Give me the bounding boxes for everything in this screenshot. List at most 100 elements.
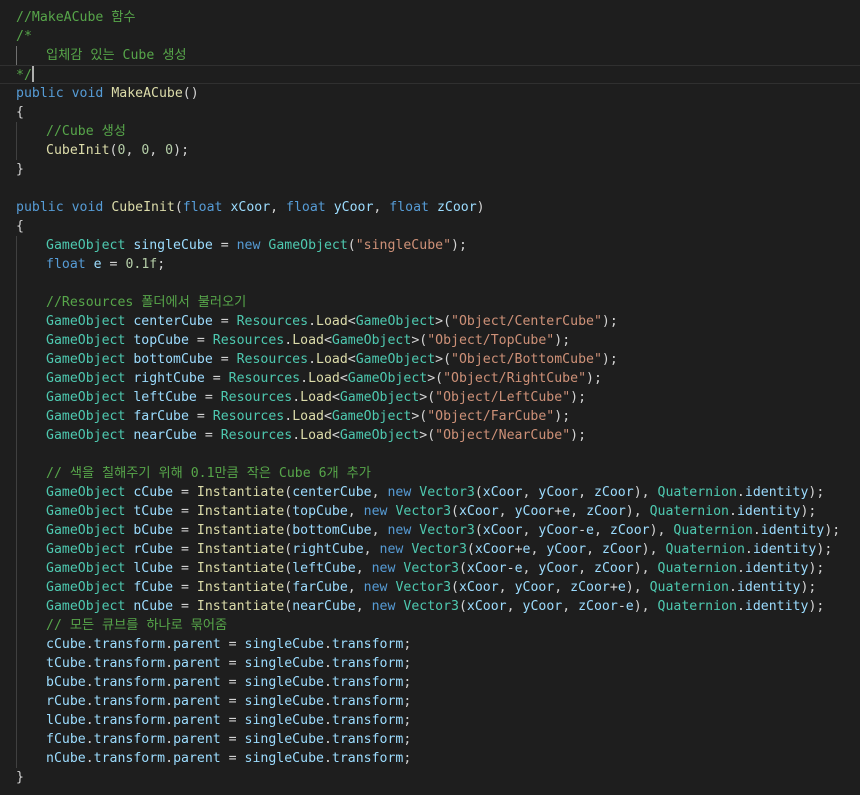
token-comment: 입체감 있는 Cube 생성 [46,48,187,63]
token-type: GameObject [355,352,436,367]
code-text: GameObject rCube = Instantiate(rightCube… [46,540,832,559]
token-plain: ( [284,485,293,500]
code-line[interactable]: GameObject rightCube = Resources.Load<Ga… [0,369,860,388]
token-string: "singleCube" [355,238,452,253]
code-line[interactable]: // 모든 큐브를 하나로 묶어줌 [0,616,860,635]
token-plain: . [300,371,309,386]
token-plain: ); [173,143,190,158]
token-comment: */ [16,68,32,83]
indent-guide [16,369,17,388]
code-text: GameObject farCube = Resources.Load<Game… [46,407,570,426]
token-method: Instantiate [196,523,285,538]
code-line[interactable]: { [0,103,860,122]
token-string: "Object/TopCube" [427,333,555,348]
code-line[interactable]: } [0,160,860,179]
token-method: Instantiate [196,504,285,519]
token-var: singleCube [244,656,324,671]
token-plain: = [204,371,229,386]
token-plain: , [270,200,287,215]
token-plain: { [16,219,24,234]
token-var: identity [744,485,809,500]
token-type: GameObject [331,409,412,424]
token-string: "Object/CenterCube" [451,314,602,329]
token-plain: ); [808,485,825,500]
code-line[interactable]: GameObject singleCube = new GameObject("… [0,236,860,255]
indent-guide [16,445,17,464]
code-line[interactable]: public void MakeACube() [0,84,860,103]
code-line[interactable]: GameObject cCube = Instantiate(centerCub… [0,483,860,502]
token-var: zCoor [570,580,610,595]
token-var: rightCube [133,371,205,386]
code-line[interactable]: nCube.transform.parent = singleCube.tran… [0,749,860,768]
code-text: GameObject lCube = Instantiate(leftCube,… [46,559,824,578]
token-plain: ); [570,428,587,443]
code-line[interactable] [0,274,860,293]
token-plain: , [355,561,372,576]
code-line[interactable]: /* [0,27,860,46]
token-plain: . [284,333,293,348]
code-line[interactable]: bCube.transform.parent = singleCube.tran… [0,673,860,692]
code-line[interactable]: //Cube 생성 [0,122,860,141]
token-plain: . [85,637,94,652]
token-var: transform [331,637,404,652]
token-var: nearCube [133,428,197,443]
code-line[interactable]: cCube.transform.parent = singleCube.tran… [0,635,860,654]
code-line[interactable]: // 색을 칠해주기 위해 0.1만큼 작은 Cube 6개 추가 [0,464,860,483]
code-line[interactable]: GameObject nCube = Instantiate(nearCube,… [0,597,860,616]
token-plain: , [498,504,515,519]
code-line[interactable]: GameObject centerCube = Resources.Load<G… [0,312,860,331]
token-plain: , [347,504,364,519]
code-line[interactable]: } [0,768,860,787]
code-text: 입체감 있는 Cube 생성 [46,46,187,65]
code-line[interactable]: rCube.transform.parent = singleCube.tran… [0,692,860,711]
code-line[interactable]: lCube.transform.parent = singleCube.tran… [0,711,860,730]
code-line[interactable]: GameObject tCube = Instantiate(topCube, … [0,502,860,521]
token-plain: . [165,637,174,652]
token-plain: , [522,523,539,538]
token-plain: . [323,713,332,728]
code-text: } [16,768,24,787]
code-line[interactable]: GameObject topCube = Resources.Load<Game… [0,331,860,350]
code-line[interactable]: //MakeACube 함수 [0,8,860,27]
code-line[interactable]: GameObject farCube = Resources.Load<Game… [0,407,860,426]
code-line[interactable]: tCube.transform.parent = singleCube.tran… [0,654,860,673]
token-plain: , [498,580,515,595]
code-line[interactable] [0,179,860,198]
token-type: Vector3 [403,599,459,614]
token-plain: < [339,371,348,386]
token-method: Load [292,409,324,424]
token-var: parent [173,713,221,728]
code-line[interactable]: fCube.transform.parent = singleCube.tran… [0,730,860,749]
token-type: Quaternion [649,580,729,595]
token-var: identity [744,599,809,614]
code-line[interactable]: 입체감 있는 Cube 생성 [0,46,860,65]
indent-guide [16,597,17,616]
code-line[interactable] [0,445,860,464]
code-line[interactable]: //Resources 폴더에서 불러오기 [0,293,860,312]
code-text: GameObject bottomCube = Resources.Load<G… [46,350,618,369]
code-line[interactable]: GameObject bCube = Instantiate(bottomCub… [0,521,860,540]
token-plain: . [284,409,293,424]
code-line[interactable]: GameObject leftCube = Resources.Load<Gam… [0,388,860,407]
code-line[interactable]: float e = 0.1f; [0,255,860,274]
token-plain: >( [435,314,452,329]
code-line[interactable]: GameObject fCube = Instantiate(farCube, … [0,578,860,597]
code-line[interactable]: CubeInit(0, 0, 0); [0,141,860,160]
token-plain: , [522,561,539,576]
token-var: transform [331,751,404,766]
token-string: "Object/RightCube" [443,371,587,386]
code-line[interactable]: GameObject bottomCube = Resources.Load<G… [0,350,860,369]
token-plain: . [323,751,332,766]
code-line[interactable]: GameObject rCube = Instantiate(rightCube… [0,540,860,559]
code-line[interactable]: GameObject lCube = Instantiate(leftCube,… [0,559,860,578]
code-text: //MakeACube 함수 [16,8,136,27]
code-line[interactable]: { [0,217,860,236]
token-var: e [514,561,523,576]
code-editor[interactable]: //MakeACube 함수/* 입체감 있는 Cube 생성 */public v… [0,0,860,795]
code-line[interactable]: public void CubeInit(float xCoor, float … [0,198,860,217]
code-line[interactable]: */ [0,65,860,84]
token-method: Load [316,314,348,329]
code-line[interactable]: GameObject nearCube = Resources.Load<Gam… [0,426,860,445]
token-var: singleCube [133,238,213,253]
